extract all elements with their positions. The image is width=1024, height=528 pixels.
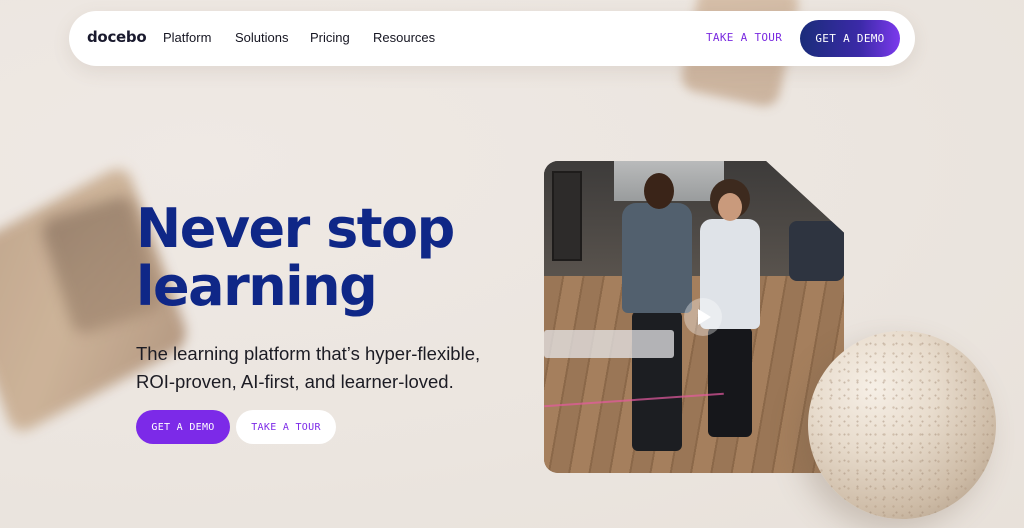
nav-link-pricing[interactable]: Pricing xyxy=(310,30,350,45)
nav-take-tour-link[interactable]: TAKE A TOUR xyxy=(706,31,782,44)
video-overlay-bar xyxy=(544,330,674,358)
video-chair xyxy=(789,221,844,281)
logo[interactable]: docebo xyxy=(87,28,147,46)
nav-link-solutions[interactable]: Solutions xyxy=(235,30,288,45)
video-person xyxy=(622,173,692,463)
nav-link-platform[interactable]: Platform xyxy=(163,30,211,45)
hero-video[interactable] xyxy=(544,161,844,473)
play-icon xyxy=(698,309,711,325)
hero-title: Never stop learning xyxy=(136,197,455,318)
page: docebo Platform Solutions Pricing Resour… xyxy=(0,0,1024,528)
nav-get-demo-button[interactable]: GET A DEMO xyxy=(800,20,900,57)
nav-link-resources[interactable]: Resources xyxy=(373,30,435,45)
video-shelf xyxy=(552,171,582,261)
hero-subtitle: The learning platform that’s hyper-flexi… xyxy=(136,343,481,392)
get-demo-button[interactable]: GET A DEMO xyxy=(136,410,230,444)
play-button[interactable] xyxy=(684,298,722,336)
take-tour-button[interactable]: TAKE A TOUR xyxy=(236,410,336,444)
decorative-sphere xyxy=(808,331,996,519)
navbar: docebo Platform Solutions Pricing Resour… xyxy=(69,11,915,66)
